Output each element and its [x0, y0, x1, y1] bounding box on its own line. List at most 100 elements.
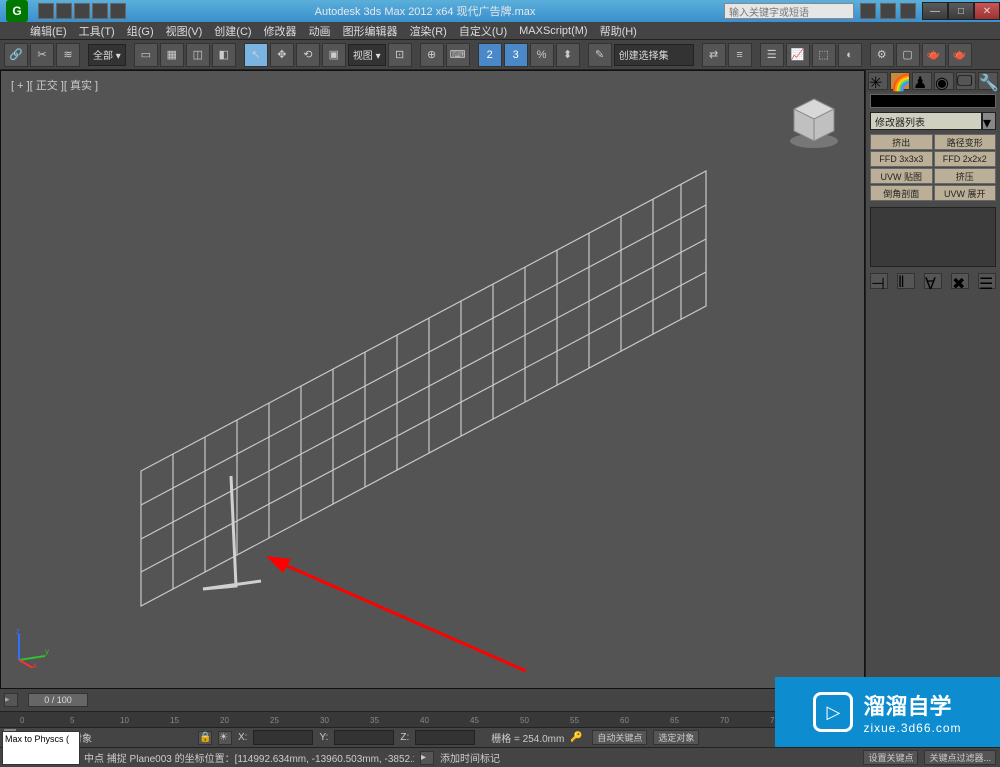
menu-modifiers[interactable]: 修改器	[264, 23, 297, 39]
snap-percent-icon[interactable]: %	[530, 43, 554, 67]
mod-extrude-button[interactable]: 挤出	[870, 134, 933, 150]
pivot-icon[interactable]: ⊡	[388, 43, 412, 67]
motion-tab-icon[interactable]: ◉	[934, 72, 954, 90]
utilities-tab-icon[interactable]: 🔧	[978, 72, 998, 90]
make-unique-icon[interactable]: ∀	[924, 273, 942, 289]
help-search-input[interactable]: 输入关键字或短语	[724, 3, 854, 19]
snap-angle-icon[interactable]: 3	[504, 43, 528, 67]
render-frame-icon[interactable]: ▢	[896, 43, 920, 67]
z-coord-input[interactable]	[415, 730, 475, 745]
manipulate-icon[interactable]: ⊕	[420, 43, 444, 67]
named-selection-dropdown[interactable]: 创建选择集	[614, 44, 694, 66]
mod-squeeze-button[interactable]: 挤压	[934, 168, 997, 184]
mod-uvwmap-button[interactable]: UVW 贴图	[870, 168, 933, 184]
infocenter-icon[interactable]	[860, 3, 876, 19]
mod-ffd333-button[interactable]: FFD 3x3x3	[870, 151, 933, 167]
menu-maxscript[interactable]: MAXScript(M)	[519, 25, 587, 37]
window-crossing-icon[interactable]: ◧	[212, 43, 236, 67]
display-tab-icon[interactable]: 🖵	[956, 72, 976, 90]
link-icon[interactable]: 🔗	[4, 43, 28, 67]
menu-tools[interactable]: 工具(T)	[79, 23, 115, 39]
spinner-snap-icon[interactable]: ⬍	[556, 43, 580, 67]
hierarchy-tab-icon[interactable]: ♟	[912, 72, 932, 90]
maximize-button[interactable]: □	[948, 2, 974, 20]
mod-unwrap-button[interactable]: UVW 展开	[934, 185, 997, 201]
curve-editor-icon[interactable]: 📈	[786, 43, 810, 67]
move-icon[interactable]: ✥	[270, 43, 294, 67]
remove-modifier-icon[interactable]: ✖	[951, 273, 969, 289]
maxscript-listener[interactable]: Max to Physcs (	[2, 731, 80, 765]
create-tab-icon[interactable]: ✳	[868, 72, 888, 90]
close-button[interactable]: ✕	[974, 2, 1000, 20]
material-editor-icon[interactable]: ◐	[838, 43, 862, 67]
scene-geometry	[1, 71, 864, 688]
render-prod-icon[interactable]: 🫖	[948, 43, 972, 67]
mod-bevelprofile-button[interactable]: 倒角剖面	[870, 185, 933, 201]
mirror-icon[interactable]: ⇄	[702, 43, 726, 67]
key-icon[interactable]: 🔑	[570, 732, 586, 743]
menu-help[interactable]: 帮助(H)	[600, 23, 637, 39]
configure-sets-icon[interactable]: ☰	[978, 273, 996, 289]
menu-animation[interactable]: 动画	[309, 23, 331, 39]
select-region-icon[interactable]: ◫	[186, 43, 210, 67]
status-bar-2: 中点 捕捉 Plane003 的坐标位置：[114992.634mm, -139…	[0, 747, 1000, 767]
viewport-perspective[interactable]: [ + ][ 正交 ][ 真实 ]	[0, 70, 865, 689]
render-setup-icon[interactable]: ⚙	[870, 43, 894, 67]
bind-icon[interactable]: ≋	[56, 43, 80, 67]
add-time-tag[interactable]: 添加时间标记	[440, 750, 500, 765]
menu-views[interactable]: 视图(V)	[166, 23, 203, 39]
mod-ffd222-button[interactable]: FFD 2x2x2	[934, 151, 997, 167]
keyboard-shortcut-icon[interactable]: ⌨	[446, 43, 470, 67]
rotate-icon[interactable]: ⟲	[296, 43, 320, 67]
setkey-button[interactable]: 设置关键点	[863, 750, 918, 765]
timeline-toggle-icon[interactable]: ▸	[4, 693, 18, 707]
isolate-icon[interactable]: ☀	[218, 731, 232, 745]
qat-redo-icon[interactable]	[92, 3, 108, 19]
help-icon[interactable]	[900, 3, 916, 19]
scale-icon[interactable]: ▣	[322, 43, 346, 67]
prompt-line: 中点 捕捉 Plane003 的坐标位置：[114992.634mm, -139…	[84, 750, 414, 765]
dropdown-arrow-icon[interactable]: ▾	[982, 112, 996, 130]
autokey-button[interactable]: 自动关键点	[592, 730, 647, 745]
modifier-list-dropdown[interactable]: 修改器列表	[870, 112, 982, 130]
edit-selection-set-icon[interactable]: ✎	[588, 43, 612, 67]
ref-coord-dropdown[interactable]: 视图 ▾	[348, 44, 386, 66]
pin-stack-icon[interactable]: ⊣	[870, 273, 888, 289]
schematic-icon[interactable]: ⬚	[812, 43, 836, 67]
app-icon[interactable]: G	[6, 0, 28, 22]
align-icon[interactable]: ≡	[728, 43, 752, 67]
select-icon[interactable]: ▭	[134, 43, 158, 67]
object-color-swatch[interactable]	[870, 94, 996, 108]
lock-icon[interactable]: 🔒	[198, 731, 212, 745]
mod-pathdeform-button[interactable]: 路径变形	[934, 134, 997, 150]
x-coord-input[interactable]	[253, 730, 313, 745]
rollout-area[interactable]	[868, 293, 998, 687]
menu-group[interactable]: 组(G)	[127, 23, 154, 39]
selected-object-dropdown[interactable]: 选定对象	[653, 730, 699, 745]
menu-customize[interactable]: 自定义(U)	[459, 23, 507, 39]
menu-edit[interactable]: 编辑(E)	[30, 23, 67, 39]
unlink-icon[interactable]: ✂	[30, 43, 54, 67]
snap-2d-icon[interactable]: 2	[478, 43, 502, 67]
show-end-result-icon[interactable]: ‖	[897, 273, 915, 289]
modify-tab-icon[interactable]: 🌈	[890, 72, 910, 90]
select-name-icon[interactable]: ▦	[160, 43, 184, 67]
qat-save-icon[interactable]	[56, 3, 72, 19]
menu-rendering[interactable]: 渲染(R)	[410, 23, 447, 39]
key-filters-button[interactable]: 关键点过滤器...	[924, 750, 996, 765]
minimize-button[interactable]: —	[922, 2, 948, 20]
render-icon[interactable]: 🫖	[922, 43, 946, 67]
modifier-stack[interactable]	[870, 207, 996, 267]
time-slider[interactable]: 0 / 100	[28, 693, 88, 707]
menu-graph-editors[interactable]: 图形编辑器	[343, 23, 398, 39]
qat-undo-icon[interactable]	[74, 3, 90, 19]
selection-filter-dropdown[interactable]: 全部 ▾	[88, 44, 126, 66]
select-object-icon[interactable]: ↖	[244, 43, 268, 67]
favorites-icon[interactable]	[880, 3, 896, 19]
menu-create[interactable]: 创建(C)	[214, 23, 251, 39]
qat-link-icon[interactable]	[110, 3, 126, 19]
y-coord-input[interactable]	[334, 730, 394, 745]
time-tag-icon[interactable]: ▸	[420, 751, 434, 765]
layers-icon[interactable]: ☰	[760, 43, 784, 67]
qat-open-icon[interactable]	[38, 3, 54, 19]
